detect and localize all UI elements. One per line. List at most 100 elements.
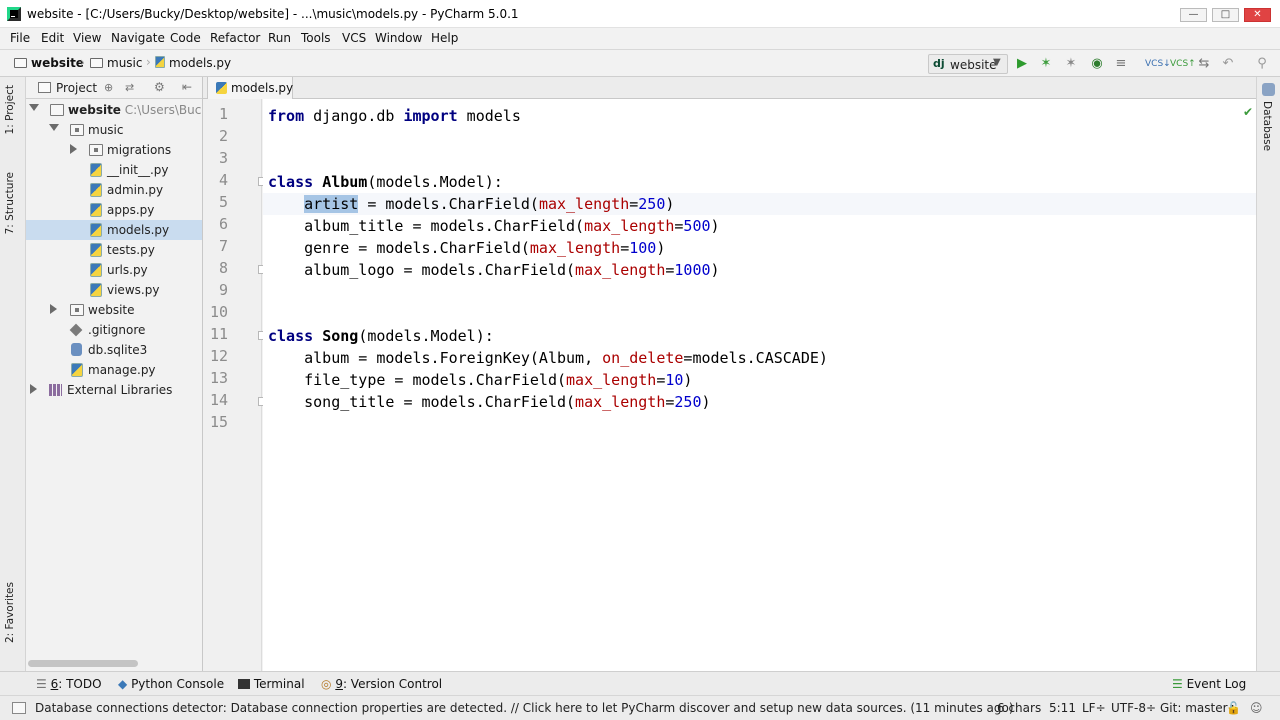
tree-item-label: .gitignore (88, 323, 146, 337)
breadcrumb-separator: › (80, 55, 85, 69)
run-icon[interactable]: ▶ (1014, 56, 1030, 72)
chevron-right-icon[interactable] (70, 144, 77, 154)
tree-item-admin-py[interactable]: admin.py (26, 180, 202, 200)
tree-item-label: migrations (107, 143, 172, 157)
python-file-icon (155, 56, 165, 68)
tab-structure[interactable]: 7: Structure (4, 172, 16, 234)
line-number: 12 (209, 347, 228, 365)
menu-window[interactable]: Window (375, 31, 422, 45)
maximize-button[interactable]: □ (1212, 8, 1239, 22)
hide-icon[interactable]: ⇤ (182, 80, 192, 94)
file-encoding[interactable]: UTF-8÷ (1111, 701, 1156, 715)
debug-icon[interactable]: ✶ (1038, 56, 1054, 72)
tree-item-tests-py[interactable]: tests.py (26, 240, 202, 260)
tree-item-apps-py[interactable]: apps.py (26, 200, 202, 220)
profile-icon[interactable]: ◉ (1089, 56, 1105, 72)
tree-item-db-sqlite3[interactable]: db.sqlite3 (26, 340, 202, 360)
revert-icon[interactable]: ↶ (1220, 56, 1236, 72)
project-view-select[interactable]: Project (56, 81, 97, 95)
lock-icon[interactable]: 🔓 (1226, 701, 1241, 715)
tree-item-models-py[interactable]: models.py (26, 220, 202, 240)
tree-item-label: urls.py (107, 263, 148, 277)
tab-database[interactable]: Database (1261, 101, 1273, 151)
package-icon (70, 124, 84, 136)
navigation-bar: website › music › models.py dj website ▼… (0, 51, 1280, 77)
tree-item-label: website (68, 103, 121, 117)
code-editor[interactable]: ✔ from django.db import models class Alb… (263, 99, 1256, 671)
breadcrumb-website[interactable]: website (14, 56, 84, 70)
panel-toggle-icon[interactable] (12, 702, 26, 714)
menu-tools[interactable]: Tools (301, 31, 331, 45)
chevron-right-icon[interactable] (50, 304, 57, 314)
caret-position[interactable]: 5:11 (1049, 701, 1076, 715)
terminal-tool-button[interactable]: Terminal (238, 677, 305, 691)
version-control-tool-button[interactable]: ◎ 9: Version Control (321, 677, 442, 691)
menu-code[interactable]: Code (170, 31, 201, 45)
run-manage-icon[interactable]: ≡ (1113, 56, 1129, 72)
title-bar: website - [C:/Users/Bucky/Desktop/websit… (0, 0, 1280, 28)
chevron-right-icon[interactable] (30, 384, 37, 394)
chevron-down-icon[interactable] (49, 124, 59, 131)
menu-refactor[interactable]: Refactor (210, 31, 260, 45)
tree-item-website-pkg[interactable]: website (26, 300, 202, 320)
line-number: 4 (218, 171, 228, 189)
coverage-icon[interactable]: ✶ (1063, 56, 1079, 72)
search-icon[interactable]: ⚲ (1254, 56, 1270, 72)
menu-view[interactable]: View (73, 31, 101, 45)
gear-icon[interactable]: ⚙ (154, 80, 165, 94)
python-console-tool-button[interactable]: ◆ Python Console (118, 677, 224, 691)
chevron-down-icon[interactable] (29, 104, 39, 111)
tree-item-manage-py[interactable]: manage.py (26, 360, 202, 380)
tree-item-label: External Libraries (67, 383, 173, 397)
todo-tool-button[interactable]: ☰ 6: TODO (36, 677, 102, 691)
line-number: 14 (209, 391, 228, 409)
vcs-update-icon[interactable]: VCS↓ (1145, 56, 1171, 72)
tree-item-label: models.py (107, 223, 170, 237)
line-number: 15 (209, 413, 228, 431)
breadcrumb-music[interactable]: music (90, 56, 142, 70)
event-log-button[interactable]: ☰ Event Log (1172, 677, 1246, 691)
python-file-icon (90, 163, 102, 177)
sync-icon[interactable]: ⊕ (104, 81, 113, 94)
menu-vcs[interactable]: VCS (342, 31, 366, 45)
inspector-icon[interactable]: ☺ (1250, 701, 1263, 715)
editor-tab-bar: models.py (203, 77, 1256, 99)
python-file-icon (90, 283, 102, 297)
collapse-icon[interactable]: ⇄ (125, 81, 134, 94)
breadcrumb-models[interactable]: models.py (155, 56, 231, 70)
package-icon (70, 304, 84, 316)
line-separator[interactable]: LF÷ (1082, 701, 1106, 715)
todo-icon: ☰ (36, 677, 47, 691)
menu-file[interactable]: File (10, 31, 30, 45)
run-configuration-select[interactable]: dj website ▼ (928, 54, 1008, 74)
tree-item-external-libraries[interactable]: External Libraries (26, 380, 202, 400)
tree-item-urls-py[interactable]: urls.py (26, 260, 202, 280)
code-line: file_type = models.CharField(max_length=… (268, 371, 693, 389)
tab-favorites[interactable]: 2: Favorites (4, 582, 16, 643)
status-bar: Database connections detector: Database … (0, 695, 1280, 720)
menu-navigate[interactable]: Navigate (111, 31, 165, 45)
vcs-commit-icon[interactable]: VCS↑ (1170, 56, 1196, 72)
event-log-icon: ☰ (1172, 677, 1183, 691)
tab-project[interactable]: 1: Project (4, 85, 16, 134)
tab-models-py[interactable]: models.py (207, 77, 293, 99)
line-number: 7 (218, 237, 228, 255)
menu-run[interactable]: Run (268, 31, 291, 45)
tree-item-views-py[interactable]: views.py (26, 280, 202, 300)
tree-item-init-py[interactable]: __init__.py (26, 160, 202, 180)
tree-item-gitignore[interactable]: .gitignore (26, 320, 202, 340)
status-message[interactable]: Database connections detector: Database … (35, 701, 1014, 715)
terminal-icon (238, 679, 250, 689)
tree-item-website-root[interactable]: website C:\Users\Bucky\ (26, 100, 202, 120)
vcs-compare-icon[interactable]: ⇆ (1196, 56, 1212, 72)
minimize-button[interactable]: — (1180, 8, 1207, 22)
right-tool-strip: Database (1256, 77, 1280, 671)
python-file-icon (216, 82, 227, 94)
menu-edit[interactable]: Edit (41, 31, 64, 45)
menu-help[interactable]: Help (431, 31, 458, 45)
close-button[interactable]: ✕ (1244, 8, 1271, 22)
line-number: 1 (218, 105, 228, 123)
horizontal-scrollbar[interactable] (28, 660, 138, 667)
tree-item-migrations[interactable]: migrations (26, 140, 202, 160)
tree-item-music[interactable]: music (26, 120, 202, 140)
